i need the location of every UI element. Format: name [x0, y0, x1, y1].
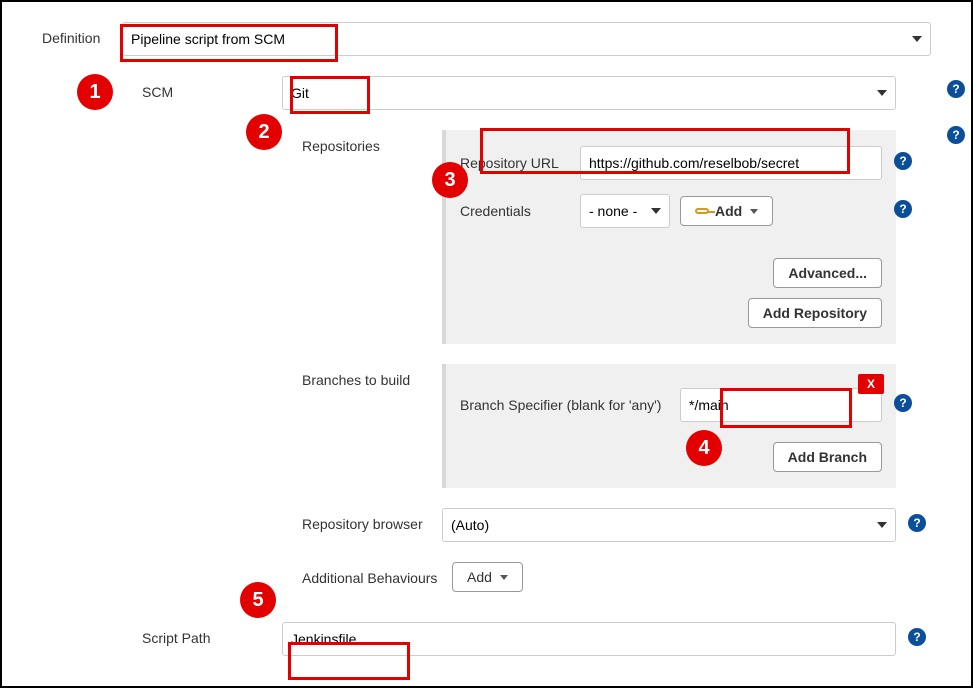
- repo-url-label: Repository URL: [460, 155, 570, 171]
- repositories-label: Repositories: [302, 130, 442, 154]
- definition-label: Definition: [42, 22, 122, 46]
- key-icon: [695, 208, 709, 214]
- chevron-down-icon: [750, 209, 758, 214]
- add-repository-button[interactable]: Add Repository: [748, 298, 882, 328]
- additional-behaviours-add-button[interactable]: Add: [452, 562, 523, 592]
- scm-label: SCM: [142, 76, 282, 100]
- additional-behaviours-label: Additional Behaviours: [302, 562, 452, 586]
- credentials-label: Credentials: [460, 203, 570, 219]
- help-icon[interactable]: ?: [908, 628, 926, 646]
- add-label: Add: [715, 203, 742, 219]
- delete-branch-button[interactable]: X: [858, 374, 884, 394]
- repositories-panel: Repository URL ? Credentials - none -: [442, 130, 896, 344]
- help-icon[interactable]: ?: [947, 80, 965, 98]
- repo-url-input[interactable]: [580, 146, 882, 180]
- help-icon[interactable]: ?: [894, 394, 912, 412]
- help-icon[interactable]: ?: [947, 126, 965, 144]
- help-icon[interactable]: ?: [894, 152, 912, 170]
- help-icon[interactable]: ?: [908, 514, 926, 532]
- scm-select[interactable]: Git: [282, 76, 896, 110]
- script-path-label: Script Path: [142, 622, 282, 646]
- branch-specifier-label: Branch Specifier (blank for 'any'): [460, 397, 670, 413]
- repo-browser-label: Repository browser: [302, 508, 442, 532]
- script-path-input[interactable]: [282, 622, 896, 656]
- chevron-down-icon: [500, 575, 508, 580]
- branch-specifier-input[interactable]: [680, 388, 882, 422]
- add-label: Add: [467, 569, 492, 585]
- repo-browser-select[interactable]: (Auto): [442, 508, 896, 542]
- branches-panel: Branch Specifier (blank for 'any') X ? A…: [442, 364, 896, 488]
- credentials-add-button[interactable]: Add: [680, 196, 773, 226]
- add-branch-button[interactable]: Add Branch: [773, 442, 882, 472]
- help-icon[interactable]: ?: [894, 200, 912, 218]
- annotation-circle-3: 3: [432, 162, 468, 198]
- branches-label: Branches to build: [302, 364, 442, 388]
- advanced-button[interactable]: Advanced...: [773, 258, 882, 288]
- annotation-circle-4: 4: [686, 430, 722, 466]
- annotation-circle-2: 2: [246, 114, 282, 150]
- annotation-circle-1: 1: [77, 74, 113, 110]
- definition-select[interactable]: Pipeline script from SCM: [122, 22, 931, 56]
- annotation-circle-5: 5: [240, 582, 276, 618]
- credentials-select[interactable]: - none -: [580, 194, 670, 228]
